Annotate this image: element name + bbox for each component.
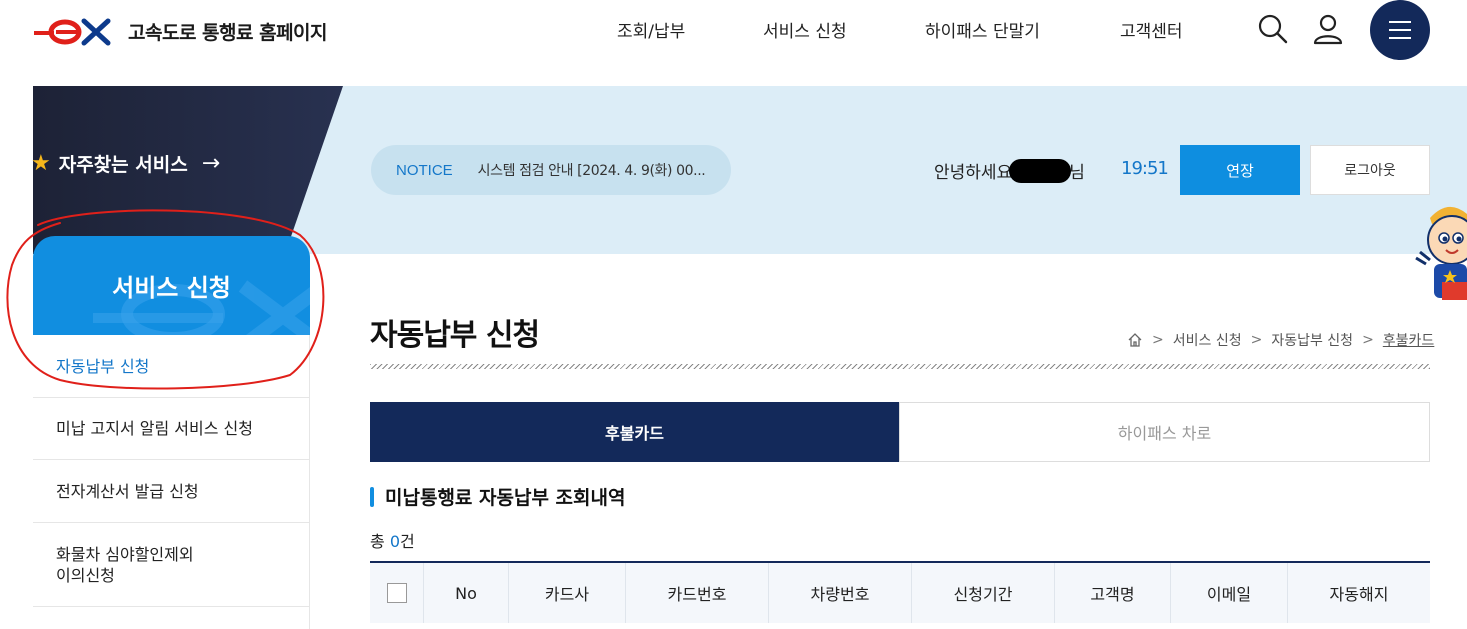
sidebar-item-e-invoice[interactable]: 전자계산서 발급 신청 bbox=[33, 460, 310, 523]
arrow-right-icon: → bbox=[201, 151, 221, 176]
nav-hipass-device[interactable]: 하이패스 단말기 bbox=[925, 17, 1040, 42]
menu-button[interactable] bbox=[1370, 0, 1430, 60]
greeting: 안녕하세요 님 bbox=[934, 158, 1085, 183]
sidebar-menu: 자동납부 신청 미납 고지서 알림 서비스 신청 전자계산서 발급 신청 화물차… bbox=[33, 335, 310, 629]
col-vehicle-number: 차량번호 bbox=[768, 563, 911, 623]
sidebar-item-unpaid-notice[interactable]: 미납 고지서 알림 서비스 신청 bbox=[33, 398, 310, 460]
breadcrumb-current[interactable]: 후불카드 bbox=[1383, 330, 1435, 350]
sidebar-title: 서비스 신청 bbox=[112, 274, 231, 302]
chevron-right-icon: > bbox=[1152, 332, 1164, 348]
total-count: 총 0건 bbox=[370, 528, 415, 552]
chevron-right-icon: > bbox=[1362, 332, 1374, 348]
greeting-prefix: 안녕하세요 bbox=[934, 163, 1013, 183]
breadcrumb-service-apply[interactable]: 서비스 신청 bbox=[1173, 330, 1242, 350]
breadcrumb-auto-payment[interactable]: 자동납부 신청 bbox=[1271, 330, 1353, 350]
mascot-character-icon bbox=[1415, 206, 1467, 300]
section-title: 미납통행료 자동납부 조회내역 bbox=[385, 487, 626, 509]
search-icon[interactable] bbox=[1257, 13, 1289, 45]
tab-postpaid-card[interactable]: 후불카드 bbox=[370, 402, 899, 462]
redacted-username bbox=[1009, 159, 1072, 183]
nav-service-apply[interactable]: 서비스 신청 bbox=[763, 17, 847, 42]
title-divider bbox=[370, 364, 1430, 369]
sidebar-item-truck-discount-appeal[interactable]: 화물차 심야할인제외 이의신청 bbox=[33, 523, 310, 607]
nav-customer-center[interactable]: 고객센터 bbox=[1120, 17, 1183, 42]
total-number: 0 bbox=[389, 532, 400, 551]
total-prefix: 총 bbox=[370, 532, 390, 551]
total-suffix: 건 bbox=[400, 532, 415, 551]
site-header: 고속도로 통행료 홈페이지 조회/납부 서비스 신청 하이패스 단말기 고객센터 bbox=[0, 0, 1467, 62]
payment-type-tabs: 후불카드 하이패스 차로 bbox=[370, 402, 1430, 462]
col-no: No bbox=[423, 563, 508, 623]
page-title: 자동납부 신청 bbox=[370, 318, 540, 353]
breadcrumb: > 서비스 신청 > 자동납부 신청 > 후불카드 bbox=[1127, 330, 1434, 350]
select-all-checkbox[interactable] bbox=[386, 583, 407, 603]
logout-button[interactable]: 로그아웃 bbox=[1310, 145, 1430, 195]
col-auto-cancel: 자동해지 bbox=[1287, 563, 1430, 623]
notice-tag: NOTICE bbox=[396, 161, 453, 179]
session-timer: 19:51 bbox=[1121, 158, 1169, 179]
nav-inquiry-payment[interactable]: 조회/납부 bbox=[617, 17, 685, 42]
favorites-label: 자주찾는 서비스 bbox=[58, 154, 188, 176]
col-email: 이메일 bbox=[1170, 563, 1287, 623]
sidebar-title-box: 서비스 신청 bbox=[33, 236, 310, 335]
select-all-cell bbox=[370, 563, 423, 623]
chevron-right-icon: > bbox=[1250, 332, 1263, 348]
heading-bar bbox=[370, 486, 374, 507]
tab-hipass-lane[interactable]: 하이패스 차로 bbox=[899, 402, 1430, 462]
sidebar-item-more[interactable] bbox=[33, 607, 310, 629]
sidebar-item-auto-payment[interactable]: 자동납부 신청 bbox=[33, 335, 310, 398]
col-card-number: 카드번호 bbox=[625, 563, 768, 623]
extend-session-button[interactable]: 연장 bbox=[1180, 145, 1300, 195]
star-icon: ★ bbox=[31, 151, 51, 176]
col-card-company: 카드사 bbox=[508, 563, 625, 623]
favorites-link[interactable]: ★ 자주찾는 서비스 → bbox=[31, 150, 221, 177]
home-icon[interactable] bbox=[1127, 332, 1143, 348]
col-customer-name: 고객명 bbox=[1054, 563, 1170, 623]
menu-icon bbox=[1389, 21, 1411, 39]
notice-text: 시스템 점검 안내 [2024. 4. 9(화) 00... bbox=[477, 163, 706, 179]
user-icon[interactable] bbox=[1312, 13, 1344, 45]
greeting-suffix: 님 bbox=[1069, 163, 1085, 183]
results-table-header: No 카드사 카드번호 차량번호 신청기간 고객명 이메일 자동해지 bbox=[370, 561, 1430, 623]
col-apply-period: 신청기간 bbox=[911, 563, 1054, 623]
notice-pill[interactable]: NOTICE 시스템 점검 안내 [2024. 4. 9(화) 00... bbox=[371, 145, 731, 195]
global-nav: 조회/납부 서비스 신청 하이패스 단말기 고객센터 bbox=[0, 17, 1467, 45]
section-heading: 미납통행료 자동납부 조회내역 bbox=[370, 483, 625, 510]
